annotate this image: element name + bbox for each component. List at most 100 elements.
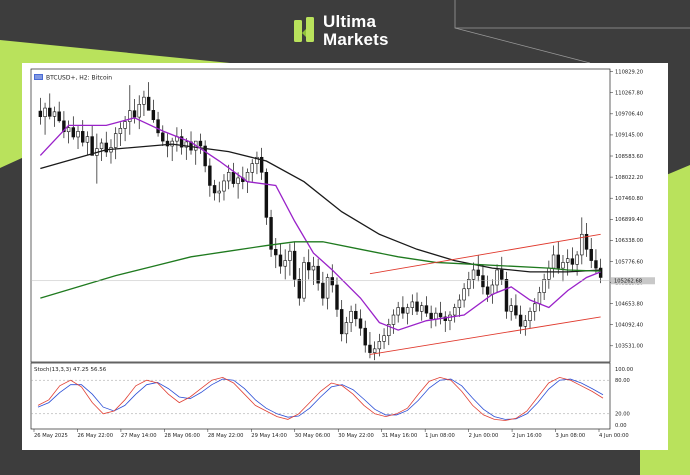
candle [335, 284, 339, 310]
candle [429, 312, 433, 320]
brand-name-line2: Markets [323, 30, 389, 49]
candle [132, 110, 137, 118]
x-axis-tick-label: 29 May 14:00 [251, 433, 287, 439]
candle [509, 305, 513, 312]
y-axis-tick-label: 108022.20 [615, 175, 643, 181]
candle [302, 262, 306, 299]
chart-title: BTCUSD+, H2: Bitcoin [46, 75, 112, 82]
candle [113, 133, 118, 148]
y-axis-tick-label: 104092.40 [615, 323, 643, 329]
candle [589, 249, 593, 261]
stochastic-tick-label: 0.00 [615, 423, 627, 429]
candle [377, 341, 382, 350]
candle [476, 269, 480, 276]
brand-mark-icon [294, 17, 314, 42]
candle [358, 318, 363, 329]
candle [321, 282, 325, 299]
x-axis-tick-label: 2 Jun 00:00 [469, 433, 499, 439]
stochastic-plot-area [30, 362, 611, 430]
candle [528, 310, 532, 321]
candle [547, 267, 551, 280]
candle [165, 140, 170, 147]
candle [38, 110, 43, 118]
candle [523, 320, 528, 327]
background-outline-diagonal [454, 27, 591, 64]
candle [533, 303, 537, 312]
y-axis-tick-label: 103531.00 [615, 344, 643, 350]
candle [363, 327, 367, 346]
candle [222, 180, 226, 192]
candle [391, 314, 396, 325]
candle [594, 260, 598, 269]
candle [420, 305, 424, 312]
y-axis-tick-label: 109706.40 [615, 112, 643, 118]
candle [542, 279, 546, 293]
candle [307, 262, 311, 271]
x-axis-tick-label: 30 May 06:00 [295, 433, 331, 439]
stochastic-tick-label: 20.00 [615, 412, 630, 418]
candle [212, 185, 217, 194]
candle [514, 305, 518, 316]
y-axis-tick-label: 104653.80 [615, 301, 643, 307]
candle [85, 136, 90, 143]
current-price-marker: 105262.68 [611, 277, 655, 285]
y-axis-tick-label: 106338.00 [615, 238, 643, 244]
candle [217, 190, 221, 194]
candle [424, 305, 429, 314]
candle [438, 312, 443, 318]
brand-name-line1: Ultima [323, 12, 377, 31]
candle [551, 254, 556, 269]
candle [372, 348, 377, 353]
candle [462, 288, 466, 301]
candle [518, 314, 523, 327]
x-axis-tick-label: 27 May 14:00 [121, 433, 157, 439]
x-axis-tick-label: 1 Jun 08:00 [425, 433, 455, 439]
y-axis-tick-label: 106899.40 [615, 217, 643, 223]
candle [556, 254, 560, 269]
candle [137, 104, 141, 118]
candle [52, 111, 57, 117]
price-plot-area [30, 68, 611, 363]
candle [471, 269, 476, 280]
candle [161, 132, 165, 142]
candle [48, 107, 52, 117]
candle [250, 163, 254, 173]
background-outline-line [454, 0, 690, 29]
x-axis-tick-label: 4 Jun 00:00 [599, 433, 629, 439]
candle [208, 165, 212, 186]
chart-header: BTCUSD+, H2: Bitcoin [34, 74, 112, 82]
y-axis-tick-label: 108583.60 [615, 154, 643, 160]
candle [410, 301, 415, 308]
candle [156, 119, 160, 134]
candle [481, 275, 485, 288]
candle [575, 254, 579, 265]
candle [457, 299, 462, 308]
candle [452, 307, 457, 316]
candle [57, 111, 61, 122]
y-axis-tick-label: 110829.20 [615, 69, 643, 75]
candle [561, 262, 565, 269]
y-axis-tick-label: 107460.80 [615, 196, 643, 202]
candle [123, 121, 127, 129]
candle [43, 107, 47, 118]
candle [405, 307, 410, 314]
candle [504, 279, 509, 312]
chart-panel[interactable]: 100.00 80.00 20.00 0.00 110829.20 110267.80 1… [22, 63, 668, 450]
x-axis-tick-label: 30 May 22:00 [338, 433, 374, 439]
candle [495, 269, 499, 286]
y-axis-tick-label: 109145.00 [615, 133, 643, 139]
stochastic-label: Stoch(13,3,3) 47.25 56.56 [34, 367, 107, 373]
candle [339, 309, 344, 335]
candle [264, 172, 269, 218]
x-axis-tick-label: 3 Jun 08:00 [556, 433, 586, 439]
candle [231, 172, 236, 184]
x-axis-tick-label: 31 May 16:00 [382, 433, 418, 439]
candle [382, 335, 386, 342]
candle [142, 96, 146, 105]
candle [292, 250, 297, 280]
candle [297, 279, 302, 299]
chart-menu-icon[interactable] [34, 74, 43, 80]
price-chart[interactable]: 100.00 80.00 20.00 0.00 110829.20 110267.80 1… [22, 63, 668, 450]
candle [349, 310, 353, 323]
candle [311, 265, 316, 271]
